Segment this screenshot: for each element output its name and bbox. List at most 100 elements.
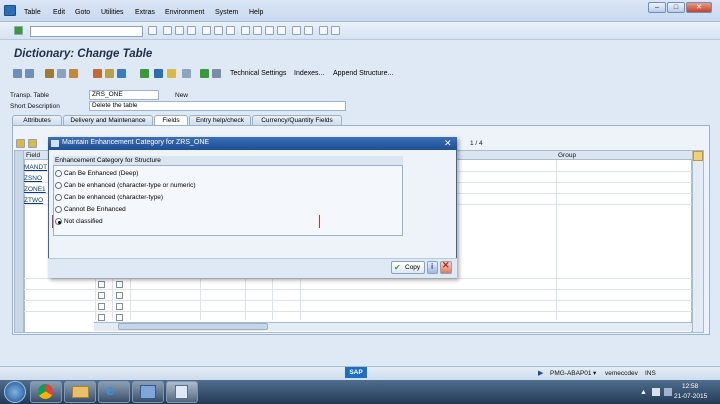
technical-settings-button[interactable]: Technical Settings xyxy=(230,70,286,77)
copy-label: Copy xyxy=(405,264,421,271)
short-description-field[interactable]: Delete the table xyxy=(89,101,346,111)
menu-table[interactable]: Table xyxy=(24,9,41,16)
sap-logon-icon xyxy=(140,385,156,399)
delete-row-icon[interactable] xyxy=(28,139,37,148)
find-icon[interactable] xyxy=(214,26,223,35)
table-row[interactable]: MANDT xyxy=(24,164,47,175)
print-icon[interactable] xyxy=(202,26,211,35)
checkmark-icon: ✔ xyxy=(394,263,401,272)
col-header-field: Field xyxy=(26,152,41,159)
radio-option[interactable] xyxy=(55,182,62,189)
dialog-title: Maintain Enhancement Category for ZRS_ON… xyxy=(48,137,457,150)
tech-settings-icon[interactable] xyxy=(200,69,209,78)
clock-time: 12:58 xyxy=(682,383,699,390)
row-selector-column[interactable] xyxy=(14,150,24,333)
forward-arrow-icon[interactable] xyxy=(25,69,34,78)
start-button[interactable] xyxy=(4,381,26,403)
contents-icon[interactable] xyxy=(182,69,191,78)
key-checkbox[interactable] xyxy=(98,281,105,288)
menu-environment[interactable]: Environment xyxy=(165,9,204,16)
info-icon: i xyxy=(431,262,434,271)
prev-page-icon[interactable] xyxy=(253,26,262,35)
navigation-icon[interactable] xyxy=(154,69,163,78)
menu-edit[interactable]: Edit xyxy=(53,9,65,16)
table-row[interactable]: ZONE1 xyxy=(24,186,46,197)
sap-logo: SAP xyxy=(345,367,367,378)
play-icon[interactable]: ▶ xyxy=(538,369,543,377)
layout-icon[interactable] xyxy=(331,26,340,35)
hierarchy-icon[interactable] xyxy=(140,69,149,78)
display-change-icon[interactable] xyxy=(45,69,54,78)
radio-option[interactable] xyxy=(55,206,62,213)
back-icon[interactable] xyxy=(163,26,172,35)
option-label: Can Be Enhanced (Deep) xyxy=(64,170,139,177)
input-mode: INS xyxy=(645,370,656,377)
compare-icon[interactable] xyxy=(212,69,221,78)
row-divider xyxy=(24,300,692,301)
column-settings-icon[interactable] xyxy=(693,151,703,161)
object-list-icon[interactable] xyxy=(117,69,126,78)
append-structure-button[interactable]: Append Structure... xyxy=(333,70,393,77)
key-checkbox[interactable] xyxy=(98,303,105,310)
dialog-window-icon xyxy=(51,140,59,147)
activate-icon[interactable] xyxy=(93,69,102,78)
menu-utilities[interactable]: Utilities xyxy=(101,9,124,16)
dialog-close-icon[interactable]: ✕ xyxy=(444,139,452,148)
key-checkbox[interactable] xyxy=(98,314,105,321)
system-name: PMG-ABAP01 xyxy=(550,370,592,377)
check-icon[interactable] xyxy=(69,69,78,78)
radio-option[interactable] xyxy=(55,170,62,177)
focus-frame xyxy=(52,215,320,228)
last-page-icon[interactable] xyxy=(277,26,286,35)
minimize-button[interactable]: – xyxy=(648,2,666,13)
option-label: Can be enhanced (character-type) xyxy=(64,194,164,201)
menu-system[interactable]: System xyxy=(215,9,238,16)
new-session-icon[interactable] xyxy=(292,26,301,35)
col-header-group: Group xyxy=(558,152,577,159)
info-icon[interactable] xyxy=(167,69,176,78)
where-used-icon[interactable] xyxy=(105,69,114,78)
first-page-icon[interactable] xyxy=(241,26,250,35)
initial-checkbox[interactable] xyxy=(116,292,123,299)
key-checkbox[interactable] xyxy=(98,292,105,299)
chevron-down-icon[interactable]: ▾ xyxy=(593,369,596,377)
indexes-button[interactable]: Indexes... xyxy=(294,70,324,77)
sap-window-icon[interactable] xyxy=(4,5,16,16)
command-field[interactable] xyxy=(30,26,143,37)
menu-help[interactable]: Help xyxy=(249,9,263,16)
close-window-button[interactable]: ✕ xyxy=(686,2,712,13)
find-next-icon[interactable] xyxy=(226,26,235,35)
tray-arrow-icon[interactable]: ▲ xyxy=(640,389,647,396)
network-icon[interactable] xyxy=(664,388,672,396)
menu-goto[interactable]: Goto xyxy=(75,9,90,16)
radio-option[interactable] xyxy=(55,194,62,201)
exit-icon[interactable] xyxy=(175,26,184,35)
next-page-icon[interactable] xyxy=(265,26,274,35)
cancel-icon: ✕ xyxy=(442,260,450,270)
option-label: Cannot Be Enhanced xyxy=(64,206,126,213)
table-name-field[interactable]: ZRS_ONE xyxy=(89,90,159,100)
table-row[interactable]: ZSNO xyxy=(24,175,46,186)
initial-checkbox[interactable] xyxy=(116,314,123,321)
vertical-scrollbar[interactable] xyxy=(692,150,704,333)
initial-checkbox[interactable] xyxy=(116,303,123,310)
insert-row-icon[interactable] xyxy=(16,139,25,148)
page-indicator: 1 / 4 xyxy=(470,140,483,147)
other-object-icon[interactable] xyxy=(57,69,66,78)
initial-checkbox[interactable] xyxy=(116,281,123,288)
maximize-button[interactable]: □ xyxy=(667,2,685,13)
table-row[interactable]: ZTWO xyxy=(24,197,46,208)
table-label: Transp. Table xyxy=(10,92,50,99)
help-icon[interactable] xyxy=(319,26,328,35)
menu-extras[interactable]: Extras xyxy=(135,9,155,16)
enter-icon[interactable] xyxy=(14,26,23,35)
cancel-icon[interactable] xyxy=(187,26,196,35)
back-arrow-icon[interactable] xyxy=(13,69,22,78)
shortcut-icon[interactable] xyxy=(304,26,313,35)
page-title: Dictionary: Change Table xyxy=(14,48,153,60)
scrollbar-thumb[interactable] xyxy=(118,323,268,330)
save-icon[interactable] xyxy=(148,26,157,35)
flag-icon[interactable] xyxy=(652,388,660,396)
user-name: vemeccdev xyxy=(605,370,638,377)
group-title: Enhancement Category for Structure xyxy=(53,156,403,166)
